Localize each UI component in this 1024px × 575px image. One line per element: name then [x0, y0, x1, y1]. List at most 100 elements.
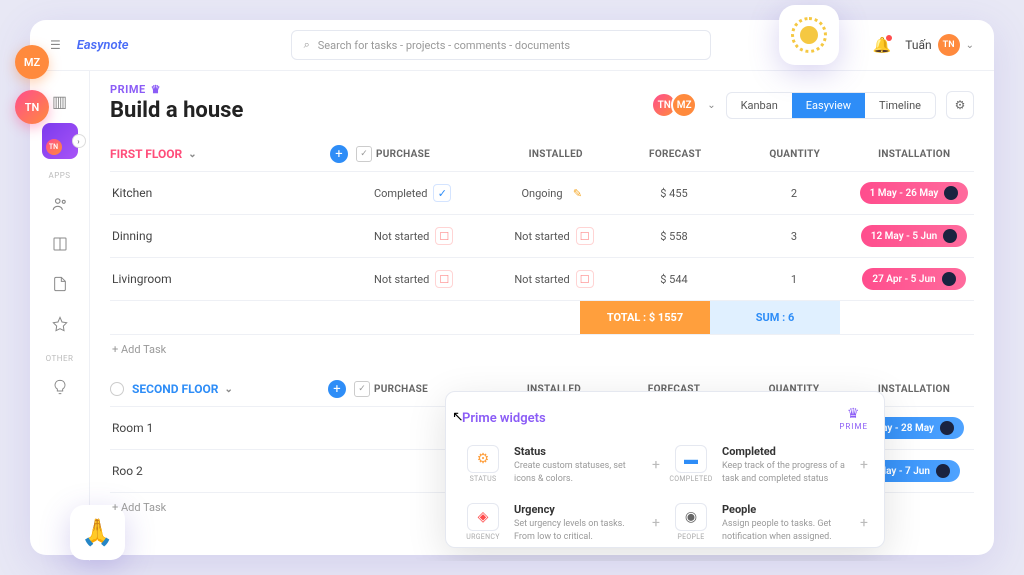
add-column-button[interactable]: + [328, 380, 346, 398]
column-forecast: FORECAST [616, 149, 736, 160]
installed-cell[interactable]: Not started ☐ [494, 270, 614, 288]
member-stack[interactable]: TN MZ [651, 92, 697, 118]
search-placeholder: Search for tasks - projects - comments -… [318, 39, 570, 52]
widget-icon-label: URGENCY [466, 533, 499, 541]
column-purchase: PURCHASE [376, 149, 496, 160]
widget-card[interactable]: ◈ URGENCY Urgency Set urgency levels on … [462, 499, 660, 547]
task-name: Room 1 [110, 421, 330, 435]
crown-icon: ♛ [151, 83, 161, 96]
cursor-icon: ↖ [452, 409, 464, 425]
task-name: Kitchen [110, 186, 330, 200]
clock-icon [791, 17, 827, 53]
widget-description: Set urgency levels on tasks. From low to… [514, 518, 642, 543]
sidebar-ideas[interactable] [42, 369, 78, 405]
column-installed: INSTALLED [496, 149, 616, 160]
add-widget-button[interactable]: + [860, 457, 868, 473]
main-content: PRIME ♛ Build a house TN MZ ⌄ Kanban Eas… [90, 71, 994, 561]
quantity-cell[interactable]: 1 [734, 273, 854, 286]
widget-card[interactable]: ⚙ STATUS Status Create custom statuses, … [462, 441, 660, 489]
hamburger-icon[interactable]: ☰ [50, 38, 61, 52]
chevron-down-icon: ⌄ [188, 149, 196, 160]
page-title: Build a house [110, 98, 243, 123]
sidebar-section-apps: APPS [48, 171, 70, 180]
quantity-cell[interactable]: 3 [734, 230, 854, 243]
radio-icon[interactable] [110, 382, 124, 396]
add-task-button[interactable]: + Add Task [110, 335, 974, 364]
widget-icon-label: PEOPLE [677, 533, 704, 541]
workspace-avatar: TN [46, 139, 62, 155]
purchase-cell[interactable]: Not started ☐ [374, 270, 494, 288]
widget-title: Status [514, 445, 642, 458]
forecast-cell[interactable]: $ 455 [614, 187, 734, 200]
checkbox-icon[interactable]: ✓ [354, 381, 370, 397]
tab-kanban[interactable]: Kanban [727, 93, 792, 118]
widget-icon-label: STATUS [470, 475, 497, 483]
chevron-right-icon: › [72, 134, 86, 148]
sidebar-board[interactable] [42, 226, 78, 262]
installed-cell[interactable]: Not started ☐ [494, 227, 614, 245]
notifications-icon[interactable]: 🔔 [873, 36, 892, 54]
widget-icon: ◈ [467, 503, 499, 531]
sidebar: ▥ TN › APPS OTHER [30, 71, 90, 561]
sidebar-workspace-active[interactable]: TN › [42, 123, 78, 159]
total-forecast: TOTAL : $ 1557 [580, 301, 710, 334]
tab-easyview[interactable]: Easyview [792, 93, 865, 118]
prime-badge: ♛ PRIME [839, 406, 868, 431]
task-name: Roo 2 [110, 464, 330, 478]
widget-icon: ◉ [675, 503, 707, 531]
purchase-cell[interactable]: Completed ✓ [374, 184, 494, 202]
logo[interactable]: Easynote [77, 38, 129, 53]
member-avatar: MZ [671, 92, 697, 118]
installation-cell[interactable]: 1 May - 26 May [854, 182, 974, 204]
chevron-down-icon[interactable]: ⌄ [707, 100, 715, 111]
task-name: Dinning [110, 229, 330, 243]
tab-timeline[interactable]: Timeline [865, 93, 935, 118]
user-menu[interactable]: Tuấn TN ⌄ [905, 34, 974, 56]
forecast-cell[interactable]: $ 558 [614, 230, 734, 243]
task-row[interactable]: Dinning Not started ☐ Not started ☐ $ 55… [110, 215, 974, 258]
chevron-down-icon: ⌄ [966, 40, 974, 51]
column-installation: INSTALLATION [855, 149, 975, 160]
widget-card[interactable]: ◉ PEOPLE People Assign people to tasks. … [670, 499, 868, 547]
section-name[interactable]: SECOND FLOOR ⌄ [132, 382, 328, 396]
widget-title: Urgency [514, 503, 642, 516]
add-widget-button[interactable]: + [652, 457, 660, 473]
floating-avatar-mz: MZ [15, 45, 49, 79]
search-input[interactable]: ⌕ Search for tasks - projects - comments… [291, 30, 711, 60]
task-row[interactable]: Kitchen Completed ✓ Ongoing ✎ $ 455 2 1 … [110, 172, 974, 215]
user-name: Tuấn [905, 38, 931, 52]
widget-icon-label: COMPLETED [669, 475, 712, 483]
sum-quantity: SUM : 6 [710, 301, 840, 334]
widget-icon: ⚙ [467, 445, 499, 473]
checkbox-icon[interactable]: ✓ [356, 146, 372, 162]
add-widget-button[interactable]: + [652, 515, 660, 531]
task-row[interactable]: Livingroom Not started ☐ Not started ☐ $… [110, 258, 974, 301]
sidebar-design[interactable] [42, 306, 78, 342]
widget-title: People [722, 503, 850, 516]
purchase-cell[interactable]: Not started ☐ [374, 227, 494, 245]
sidebar-teams[interactable] [42, 186, 78, 222]
add-widget-button[interactable]: + [860, 515, 868, 531]
widget-title: Completed [722, 445, 850, 458]
prime-widgets-panel: Prime widgets ♛ PRIME ⚙ STATUS Status Cr… [445, 391, 885, 548]
search-icon: ⌕ [304, 38, 310, 52]
widgets-title: Prime widgets [462, 411, 546, 426]
section-name[interactable]: FIRST FLOOR ⌄ [110, 147, 330, 161]
prime-tag: PRIME ♛ [110, 83, 243, 96]
sidebar-docs[interactable] [42, 266, 78, 302]
widget-card[interactable]: ▬ COMPLETED Completed Keep track of the … [670, 441, 868, 489]
forecast-cell[interactable]: $ 544 [614, 273, 734, 286]
installation-cell[interactable]: 27 Apr - 5 Jun [854, 268, 974, 290]
user-avatar: TN [938, 34, 960, 56]
sidebar-dashboard[interactable]: ▥ [42, 83, 78, 119]
add-column-button[interactable]: + [330, 145, 348, 163]
widget-description: Assign people to tasks. Get notification… [722, 518, 850, 543]
installation-cell[interactable]: 12 May - 5 Jun [854, 225, 974, 247]
widget-description: Keep track of the progress of a task and… [722, 460, 850, 485]
settings-button[interactable]: ⚙ [946, 91, 974, 119]
quantity-cell[interactable]: 2 [734, 187, 854, 200]
sidebar-section-other: OTHER [46, 354, 74, 363]
topbar: ☰ Easynote ⌕ Search for tasks - projects… [30, 20, 994, 71]
widget-description: Create custom statuses, set icons & colo… [514, 460, 642, 485]
installed-cell[interactable]: Ongoing ✎ [494, 184, 614, 202]
